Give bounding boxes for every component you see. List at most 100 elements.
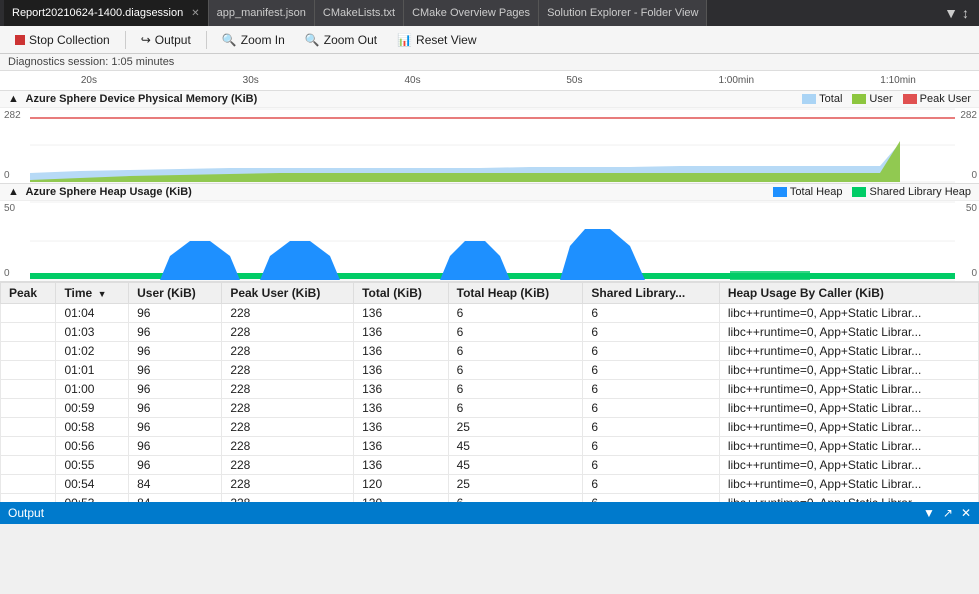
cell-total: 136 — [354, 437, 449, 456]
legend-total-heap: Total Heap — [773, 186, 843, 198]
data-table-wrapper[interactable]: Peak Time ▼ User (KiB) Peak User (KiB) T… — [0, 282, 979, 502]
cell-peak-user: 228 — [222, 494, 354, 503]
table-row[interactable]: 00:53 84 228 120 6 6 libc++runtime=0, Ap… — [1, 494, 979, 503]
table-row[interactable]: 01:01 96 228 136 6 6 libc++runtime=0, Ap… — [1, 361, 979, 380]
table-row[interactable]: 00:55 96 228 136 45 6 libc++runtime=0, A… — [1, 456, 979, 475]
col-user[interactable]: User (KiB) — [129, 283, 222, 304]
cell-user: 96 — [129, 456, 222, 475]
legend-total-label: Total — [819, 93, 842, 105]
col-peak[interactable]: Peak — [1, 283, 56, 304]
tab-bar: Report20210624-1400.diagsession ✕ app_ma… — [0, 0, 979, 26]
cell-shared: 6 — [583, 475, 719, 494]
toolbar-separator-1 — [125, 31, 126, 49]
legend-total-heap-label: Total Heap — [790, 186, 843, 198]
chart1-y-left: 282 0 — [0, 108, 30, 183]
table-row[interactable]: 00:58 96 228 136 25 6 libc++runtime=0, A… — [1, 418, 979, 437]
chart2-legend: Total Heap Shared Library Heap — [773, 186, 971, 198]
zoom-in-button[interactable]: 🔍 Zoom In — [213, 30, 294, 50]
cell-time: 01:01 — [56, 361, 129, 380]
legend-total-color — [802, 94, 816, 104]
col-shared[interactable]: Shared Library... — [583, 283, 719, 304]
chart2-body: 50 0 50 0 — [0, 201, 979, 281]
toolbar: Stop Collection ↪ Output 🔍 Zoom In 🔍 Zoo… — [0, 26, 979, 54]
cell-total-heap: 6 — [448, 304, 583, 323]
table-row[interactable]: 01:00 96 228 136 6 6 libc++runtime=0, Ap… — [1, 380, 979, 399]
tab-pin-icon[interactable]: ▼ — [944, 5, 958, 21]
cell-time: 01:04 — [56, 304, 129, 323]
table-header: Peak Time ▼ User (KiB) Peak User (KiB) T… — [1, 283, 979, 304]
cell-peak — [1, 456, 56, 475]
stop-collection-button[interactable]: Stop Collection — [6, 30, 119, 50]
col-heap-caller[interactable]: Heap Usage By Caller (KiB) — [719, 283, 978, 304]
stop-icon — [15, 35, 25, 45]
cell-total-heap: 25 — [448, 418, 583, 437]
chart2-y-left: 50 0 — [0, 201, 30, 281]
cell-total: 136 — [354, 361, 449, 380]
cell-heap-caller: libc++runtime=0, App+Static Librar... — [719, 437, 978, 456]
reset-view-button[interactable]: 📊 Reset View — [388, 30, 485, 50]
status-bar: Diagnostics session: 1:05 minutes — [0, 54, 979, 71]
cell-total: 136 — [354, 342, 449, 361]
col-time[interactable]: Time ▼ — [56, 283, 129, 304]
cell-peak — [1, 342, 56, 361]
toolbar-separator-2 — [206, 31, 207, 49]
cell-total-heap: 6 — [448, 399, 583, 418]
chart2-header: ▲ Azure Sphere Heap Usage (KiB) Total He… — [0, 184, 979, 201]
tab-expand-icon[interactable]: ↕ — [962, 5, 969, 21]
ruler-label-1min: 1:00min — [655, 75, 817, 86]
col-total-heap[interactable]: Total Heap (KiB) — [448, 283, 583, 304]
chart1-legend: Total User Peak User — [802, 93, 971, 105]
output-bar-expand-icon[interactable]: ↗ — [943, 506, 953, 520]
chart2-collapse-icon[interactable]: ▲ — [8, 186, 19, 198]
cell-user: 96 — [129, 361, 222, 380]
col-peak-user[interactable]: Peak User (KiB) — [222, 283, 354, 304]
legend-peak-user-color — [903, 94, 917, 104]
cell-time: 01:02 — [56, 342, 129, 361]
stop-collection-label: Stop Collection — [29, 33, 110, 47]
legend-peak-user-label: Peak User — [920, 93, 971, 105]
cell-total: 136 — [354, 380, 449, 399]
output-button[interactable]: ↪ Output — [132, 30, 200, 50]
cell-peak — [1, 323, 56, 342]
tab-cmake-overview[interactable]: CMake Overview Pages — [404, 0, 539, 26]
table-row[interactable]: 00:56 96 228 136 45 6 libc++runtime=0, A… — [1, 437, 979, 456]
cell-total: 136 — [354, 418, 449, 437]
cell-peak — [1, 437, 56, 456]
legend-user-color — [852, 94, 866, 104]
cell-shared: 6 — [583, 342, 719, 361]
col-total[interactable]: Total (KiB) — [354, 283, 449, 304]
cell-peak — [1, 475, 56, 494]
output-bar-chevron-icon[interactable]: ▼ — [923, 506, 935, 520]
table-row[interactable]: 01:02 96 228 136 6 6 libc++runtime=0, Ap… — [1, 342, 979, 361]
table-row[interactable]: 01:03 96 228 136 6 6 libc++runtime=0, Ap… — [1, 323, 979, 342]
cell-total: 120 — [354, 475, 449, 494]
cell-time: 00:53 — [56, 494, 129, 503]
table-row[interactable]: 00:54 84 228 120 25 6 libc++runtime=0, A… — [1, 475, 979, 494]
chart1-y-right: 282 0 — [955, 108, 979, 183]
table-row[interactable]: 01:04 96 228 136 6 6 libc++runtime=0, Ap… — [1, 304, 979, 323]
cell-peak-user: 228 — [222, 437, 354, 456]
cell-user: 96 — [129, 380, 222, 399]
output-icon: ↪ — [141, 33, 151, 47]
cell-peak — [1, 304, 56, 323]
cell-time: 00:55 — [56, 456, 129, 475]
cell-total-heap: 45 — [448, 437, 583, 456]
legend-shared-heap-color — [852, 187, 866, 197]
legend-shared-heap: Shared Library Heap — [852, 186, 971, 198]
cell-shared: 6 — [583, 304, 719, 323]
chart1-collapse-icon[interactable]: ▲ — [8, 93, 19, 105]
zoom-out-button[interactable]: 🔍 Zoom Out — [296, 30, 386, 50]
legend-user: User — [852, 93, 892, 105]
output-bar: Output ▼ ↗ ✕ — [0, 502, 979, 524]
reset-view-label: Reset View — [416, 33, 476, 47]
cell-total-heap: 6 — [448, 323, 583, 342]
tab-report[interactable]: Report20210624-1400.diagsession ✕ — [4, 0, 209, 26]
cell-peak-user: 228 — [222, 342, 354, 361]
tab-app-manifest[interactable]: app_manifest.json — [209, 0, 315, 26]
tab-report-close[interactable]: ✕ — [191, 8, 199, 19]
cell-heap-caller: libc++runtime=0, App+Static Librar... — [719, 361, 978, 380]
output-bar-close-icon[interactable]: ✕ — [961, 506, 971, 520]
table-row[interactable]: 00:59 96 228 136 6 6 libc++runtime=0, Ap… — [1, 399, 979, 418]
tab-cmakelists[interactable]: CMakeLists.txt — [315, 0, 404, 26]
tab-solution-explorer[interactable]: Solution Explorer - Folder View — [539, 0, 707, 26]
